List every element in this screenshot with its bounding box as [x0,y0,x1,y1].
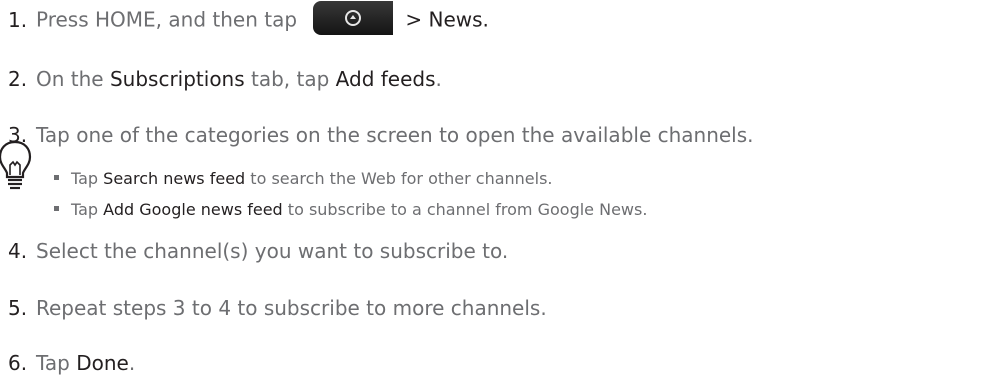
step-number: 2. [8,67,28,91]
step-number: 6. [8,351,28,375]
bullet-icon [54,175,59,180]
step-text-highlight: > News. [405,7,489,32]
tip-text: to subscribe to a channel from Google Ne… [282,200,648,219]
tip-text: Tap [71,169,104,188]
step-6: 6. Tap Done. [8,350,135,376]
tip-text-highlight: Add Google news feed [103,200,283,219]
step-text: Repeat steps 3 to 4 to subscribe to more… [36,296,547,320]
step-text: . [128,351,136,375]
step-text-highlight: Subscriptions [109,67,245,91]
tip-text: Tap [71,200,104,219]
step-number: 5. [8,296,28,320]
step-text-highlight: Add feeds [335,67,436,91]
step-text: Tap one of the categories on the screen … [36,123,754,147]
step-text: tab, tap [244,67,336,91]
step-1: 1. Press HOME, and then tap > News. [8,1,489,38]
step-3: 3. Tap one of the categories on the scree… [8,122,754,148]
lightbulb-icon [0,140,32,190]
tip-text: to search the Web for other channels. [245,169,553,188]
step-text: . [435,67,442,91]
tip-text-highlight: Search news feed [103,169,246,188]
step-text-highlight: Done [76,351,129,375]
tip-item: Tap Search news feed to search the Web f… [54,168,553,190]
step-text: Press HOME, and then tap [36,7,304,32]
tip-item: Tap Add Google news feed to subscribe to… [54,199,647,221]
step-text: Select the channel(s) you want to subscr… [36,239,509,263]
step-number: 1. [8,7,28,32]
bullet-icon [54,206,59,211]
all-apps-button-icon [313,1,394,35]
step-text: On the [36,67,110,91]
step-5: 5. Repeat steps 3 to 4 to subscribe to mo… [8,295,547,321]
step-number: 4. [8,239,28,263]
step-4: 4. Select the channel(s) you want to subs… [8,238,508,264]
step-text: Tap [36,351,77,375]
step-2: 2. On the Subscriptions tab, tap Add feed… [8,66,442,92]
